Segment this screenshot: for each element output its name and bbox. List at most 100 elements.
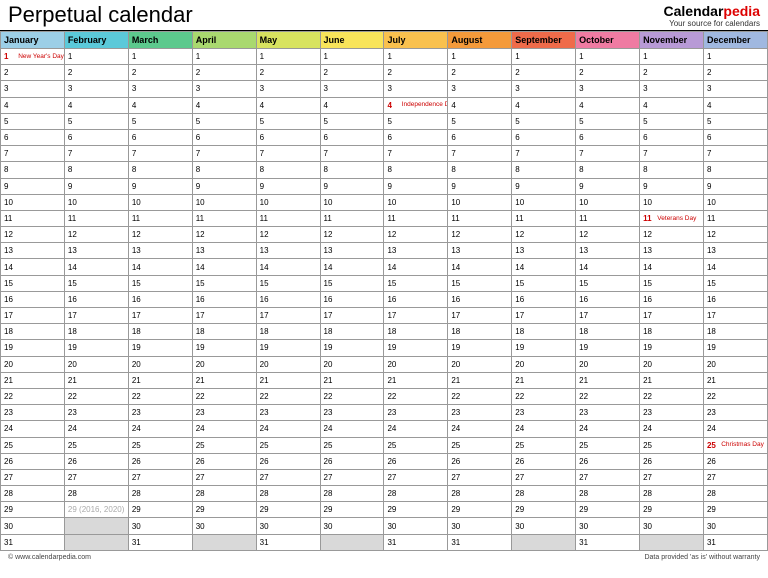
day-cell: 18 [320, 324, 384, 340]
day-cell: 21 [64, 372, 128, 388]
day-cell: 17 [1, 308, 65, 324]
day-row: 555555555555 [1, 113, 768, 129]
day-cell: 30 [576, 518, 640, 534]
day-cell: 24 [448, 421, 512, 437]
day-cell: 27 [64, 469, 128, 485]
day-cell: 23 [192, 405, 256, 421]
day-cell: 26 [1, 453, 65, 469]
day-cell: 23 [640, 405, 704, 421]
day-cell: 1 [703, 49, 767, 65]
day-cell: 1 [512, 49, 576, 65]
day-cell: 4 [448, 97, 512, 113]
day-cell: 10 [320, 194, 384, 210]
month-header-may: May [256, 32, 320, 49]
day-cell: 15 [640, 275, 704, 291]
day-cell: 6 [703, 129, 767, 145]
day-cell: 29 [192, 502, 256, 518]
day-cell: 6 [256, 129, 320, 145]
day-cell: 6 [320, 129, 384, 145]
day-cell: 19 [703, 340, 767, 356]
day-cell: 2 [512, 65, 576, 81]
day-cell: 18 [384, 324, 448, 340]
day-cell: 9 [576, 178, 640, 194]
day-cell: 29 [320, 502, 384, 518]
day-cell: 25 [512, 437, 576, 453]
day-cell: 13 [128, 243, 192, 259]
day-cell: 26 [320, 453, 384, 469]
day-cell: 20 [64, 356, 128, 372]
day-cell: 16 [448, 291, 512, 307]
day-cell: 4 [320, 97, 384, 113]
day-cell: 16 [256, 291, 320, 307]
day-cell: 22 [192, 388, 256, 404]
day-cell: 18 [703, 324, 767, 340]
day-cell: 8 [1, 162, 65, 178]
day-cell: 5 [192, 113, 256, 129]
day-cell: 8 [703, 162, 767, 178]
day-cell: 13 [640, 243, 704, 259]
day-cell: 8 [384, 162, 448, 178]
day-cell: 23 [1, 405, 65, 421]
day-cell: 1 [448, 49, 512, 65]
day-cell: 3 [64, 81, 128, 97]
day-cell: 29 [384, 502, 448, 518]
day-row: 2929 (2016, 2020)29292929292929292929 [1, 502, 768, 518]
day-cell: 13 [1, 243, 65, 259]
day-cell: 25 [320, 437, 384, 453]
day-cell: 26 [576, 453, 640, 469]
day-cell: 12 [256, 227, 320, 243]
day-cell: 2 [576, 65, 640, 81]
day-cell: 21 [256, 372, 320, 388]
day-cell: 9 [1, 178, 65, 194]
day-cell: 31 [384, 534, 448, 550]
day-cell: 8 [576, 162, 640, 178]
day-row: 1111111111111111111111 Veterans Day11 [1, 210, 768, 226]
day-cell: 14 [128, 259, 192, 275]
day-cell: 30 [640, 518, 704, 534]
day-cell: 11 [512, 210, 576, 226]
day-cell: 12 [703, 227, 767, 243]
day-cell: 25 [448, 437, 512, 453]
day-cell: 27 [1, 469, 65, 485]
day-row: 151515151515151515151515 [1, 275, 768, 291]
day-cell [320, 534, 384, 550]
day-cell: 8 [192, 162, 256, 178]
day-row: 252525252525252525252525 Christmas Day [1, 437, 768, 453]
day-cell: 29 [256, 502, 320, 518]
day-cell: 3 [192, 81, 256, 97]
day-cell: 12 [1, 227, 65, 243]
day-cell: 28 [64, 486, 128, 502]
day-cell: 29 [703, 502, 767, 518]
day-cell: 9 [448, 178, 512, 194]
day-cell: 11 [192, 210, 256, 226]
day-cell: 22 [703, 388, 767, 404]
day-cell: 26 [448, 453, 512, 469]
day-cell: 24 [703, 421, 767, 437]
day-cell: 14 [640, 259, 704, 275]
day-cell: 10 [256, 194, 320, 210]
day-cell: 25 [192, 437, 256, 453]
day-cell: 14 [512, 259, 576, 275]
day-cell: 6 [192, 129, 256, 145]
day-cell: 2 [384, 65, 448, 81]
day-cell: 15 [320, 275, 384, 291]
day-cell: 23 [384, 405, 448, 421]
day-cell: 10 [128, 194, 192, 210]
day-cell: 29 (2016, 2020) [64, 502, 128, 518]
day-cell: 21 [448, 372, 512, 388]
day-cell: 18 [576, 324, 640, 340]
day-cell: 31 [256, 534, 320, 550]
month-header-march: March [128, 32, 192, 49]
day-cell: 27 [703, 469, 767, 485]
day-cell: 26 [64, 453, 128, 469]
day-row: 3030303030303030303030 [1, 518, 768, 534]
day-cell: 10 [64, 194, 128, 210]
day-cell: 9 [320, 178, 384, 194]
day-cell: 15 [64, 275, 128, 291]
day-cell: 24 [192, 421, 256, 437]
day-row: 121212121212121212121212 [1, 227, 768, 243]
day-cell: 4 [256, 97, 320, 113]
day-cell: 4 [640, 97, 704, 113]
day-cell: 16 [128, 291, 192, 307]
day-row: 202020202020202020202020 [1, 356, 768, 372]
